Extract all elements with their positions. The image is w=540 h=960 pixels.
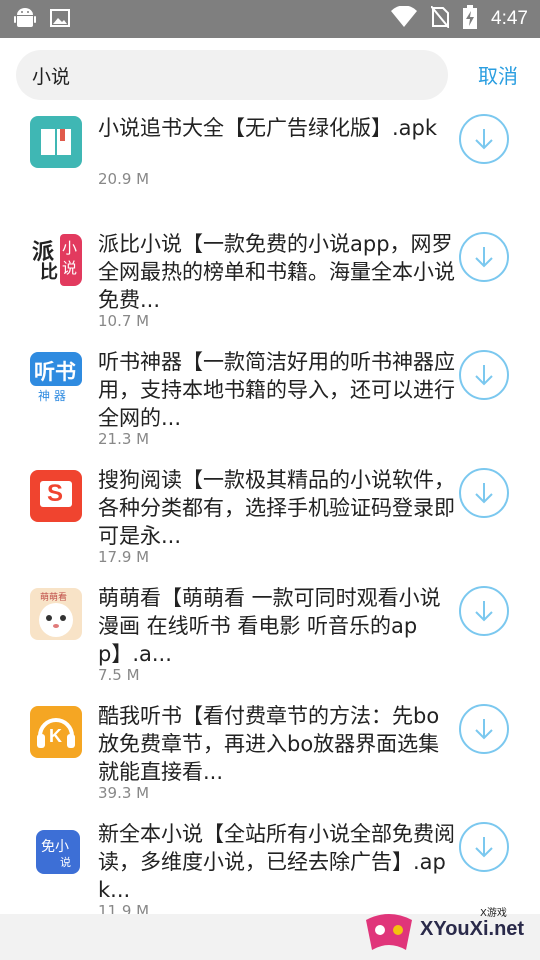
list-item[interactable]: 听书 神 器 听书神器【一款简洁好用的听书神器应用，支持本地书籍的导入，还可以进…	[0, 344, 540, 462]
download-button[interactable]	[459, 586, 509, 636]
download-button[interactable]	[459, 350, 509, 400]
file-size: 20.9 M	[98, 170, 150, 188]
app-title: 酷我听书【看付费章节的方法：先bo放免费章节，再进入bo放器界面选集就能直接看.…	[98, 704, 440, 784]
tingshu-icon: 听书 神 器	[30, 352, 82, 404]
no-sim-icon	[430, 5, 450, 32]
book-icon	[30, 116, 82, 168]
download-icon	[475, 365, 493, 386]
file-size: 10.7 M	[98, 312, 150, 330]
wifi-icon	[391, 5, 418, 32]
list-item[interactable]: 派 比 小说 派比小说【一款免费的小说app，网罗全网最热的榜单和书籍。海量全本…	[0, 226, 540, 344]
mengmeng-icon: 萌萌看	[30, 588, 82, 640]
results-list: 小说追书大全【无广告绿化版】.apk 20.9 M 派 比 小说 派比小说【一款…	[0, 108, 540, 914]
watermark: X游戏 XYouXi.net	[360, 900, 530, 958]
download-icon	[475, 719, 493, 740]
file-size: 21.3 M	[98, 430, 150, 448]
download-icon	[475, 247, 493, 268]
download-button[interactable]	[459, 232, 509, 282]
download-icon	[475, 837, 493, 858]
status-time: 4:47	[491, 8, 528, 29]
file-size: 17.9 M	[98, 548, 150, 566]
list-item[interactable]: 小说追书大全【无广告绿化版】.apk 20.9 M	[0, 108, 540, 226]
file-size: 39.3 M	[98, 784, 150, 802]
paibi-icon: 派 比 小说	[30, 234, 82, 286]
battery-charging-icon	[463, 5, 478, 33]
search-bar: 取消	[0, 38, 540, 108]
download-button[interactable]	[459, 114, 509, 164]
search-input[interactable]	[16, 50, 448, 100]
file-size: 7.5 M	[98, 666, 140, 684]
file-size: 11.9 M	[98, 902, 150, 914]
status-bar: 4:47	[0, 0, 540, 38]
download-button[interactable]	[459, 468, 509, 518]
sogou-icon: S	[30, 470, 82, 522]
watermark-brand: XYouXi.net	[420, 918, 525, 940]
cancel-button[interactable]: 取消	[478, 60, 518, 89]
kuwo-icon: K	[30, 706, 82, 758]
app-title: 小说追书大全【无广告绿化版】.apk	[98, 116, 438, 140]
app-title: 萌萌看【萌萌看 一款可同时观看小说 漫画 在线听书 看电影 听音乐的app】.a…	[98, 586, 441, 666]
list-item[interactable]: K 酷我听书【看付费章节的方法：先bo放免费章节，再进入bo放器界面选集就能直接…	[0, 698, 540, 816]
download-button[interactable]	[459, 822, 509, 872]
app-title: 搜狗阅读【一款极其精品的小说软件，各种分类都有，选择手机验证码登录即可是永...	[98, 468, 455, 548]
download-button[interactable]	[459, 704, 509, 754]
gamepad-logo-icon	[366, 914, 412, 950]
list-item[interactable]: S 搜狗阅读【一款极其精品的小说软件，各种分类都有，选择手机验证码登录即可是永.…	[0, 462, 540, 580]
image-icon	[50, 8, 70, 32]
android-icon	[14, 6, 36, 34]
list-item[interactable]: 萌萌看 萌萌看【萌萌看 一款可同时观看小说 漫画 在线听书 看电影 听音乐的ap…	[0, 580, 540, 698]
download-icon	[475, 129, 493, 150]
mianfei-icon: 免小 说	[36, 830, 80, 874]
download-icon	[475, 483, 493, 504]
watermark-tag: X游戏	[480, 908, 507, 919]
app-title: 新全本小说【全站所有小说全部免费阅读，多维度小说，已经去除广告】.apk...	[98, 822, 455, 902]
download-icon	[475, 601, 493, 622]
app-title: 派比小说【一款免费的小说app，网罗全网最热的榜单和书籍。海量全本小说免费...	[98, 232, 455, 312]
app-title: 听书神器【一款简洁好用的听书神器应用，支持本地书籍的导入，还可以进行全网的...	[98, 350, 455, 430]
